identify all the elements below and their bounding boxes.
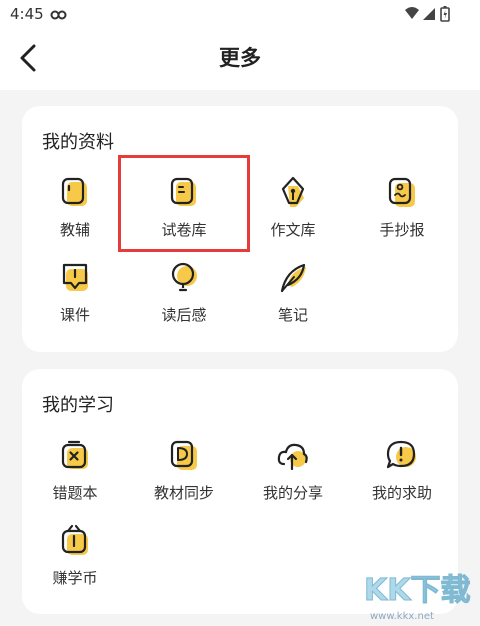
gift-coin-icon	[61, 524, 88, 555]
menu-item-my-shares[interactable]: 我的分享	[243, 439, 343, 509]
status-bar: 4:45	[0, 0, 480, 28]
menu-item-earn-coins[interactable]: 赚学币	[25, 524, 125, 594]
menu-item-my-help-requests[interactable]: 我的求助	[352, 439, 452, 509]
menu-item-guide-books[interactable]: 教辅	[25, 176, 125, 246]
status-indicators	[404, 6, 452, 26]
menu-item-label: 读后感	[161, 306, 207, 324]
help-exclamation-icon	[386, 440, 416, 469]
menu-item-label: 课件	[59, 306, 90, 324]
pen-nib-icon	[281, 176, 305, 207]
menu-item-handwritten-newspaper[interactable]: 手抄报	[352, 176, 452, 246]
menu-item-label: 手抄报	[379, 221, 425, 239]
menu-item-reading-reflections[interactable]: 读后感	[134, 261, 234, 331]
watermark-url: www.kkx.net	[370, 611, 434, 622]
section-title: 我的学习	[42, 395, 114, 416]
handwritten-paper-icon	[388, 177, 415, 207]
status-time: 4:45	[10, 5, 44, 23]
menu-item-textbook-sync[interactable]: 教材同步	[134, 439, 234, 509]
menu-item-label: 我的求助	[371, 484, 432, 502]
menu-item-label: 教材同步	[153, 484, 214, 502]
menu-item-label: 作文库	[270, 221, 316, 239]
menu-item-label: 我的分享	[262, 484, 323, 502]
menu-item-label: 赚学币	[52, 569, 98, 587]
menu-item-wrong-answer-book[interactable]: 错题本	[25, 439, 125, 509]
menu-item-label: 错题本	[52, 484, 98, 502]
battery-icon	[440, 6, 450, 22]
menu-item-essays[interactable]: 作文库	[243, 176, 343, 246]
link-status-icon	[50, 6, 68, 25]
lightbulb-icon	[171, 262, 197, 292]
textbook-sync-icon	[170, 440, 197, 470]
cloud-upload-icon	[277, 443, 308, 471]
guide-book-icon	[61, 177, 87, 206]
menu-item-label: 笔记	[277, 306, 308, 324]
section-title: 我的资料	[42, 132, 114, 153]
svg-text:KK下载: KK下载	[364, 573, 471, 608]
page-title: 更多	[219, 46, 261, 70]
wifi-icon	[405, 7, 419, 19]
menu-item-notes[interactable]: 笔记	[243, 261, 343, 331]
courseware-icon	[62, 263, 88, 291]
highlight-frame	[118, 155, 250, 252]
nav-bar: 更多	[0, 28, 480, 90]
feather-icon	[280, 263, 306, 293]
wrong-answer-book-icon	[61, 440, 88, 469]
menu-item-courseware[interactable]: 课件	[25, 261, 125, 331]
menu-item-label: 教辅	[59, 221, 90, 239]
signal-icon	[423, 8, 435, 20]
